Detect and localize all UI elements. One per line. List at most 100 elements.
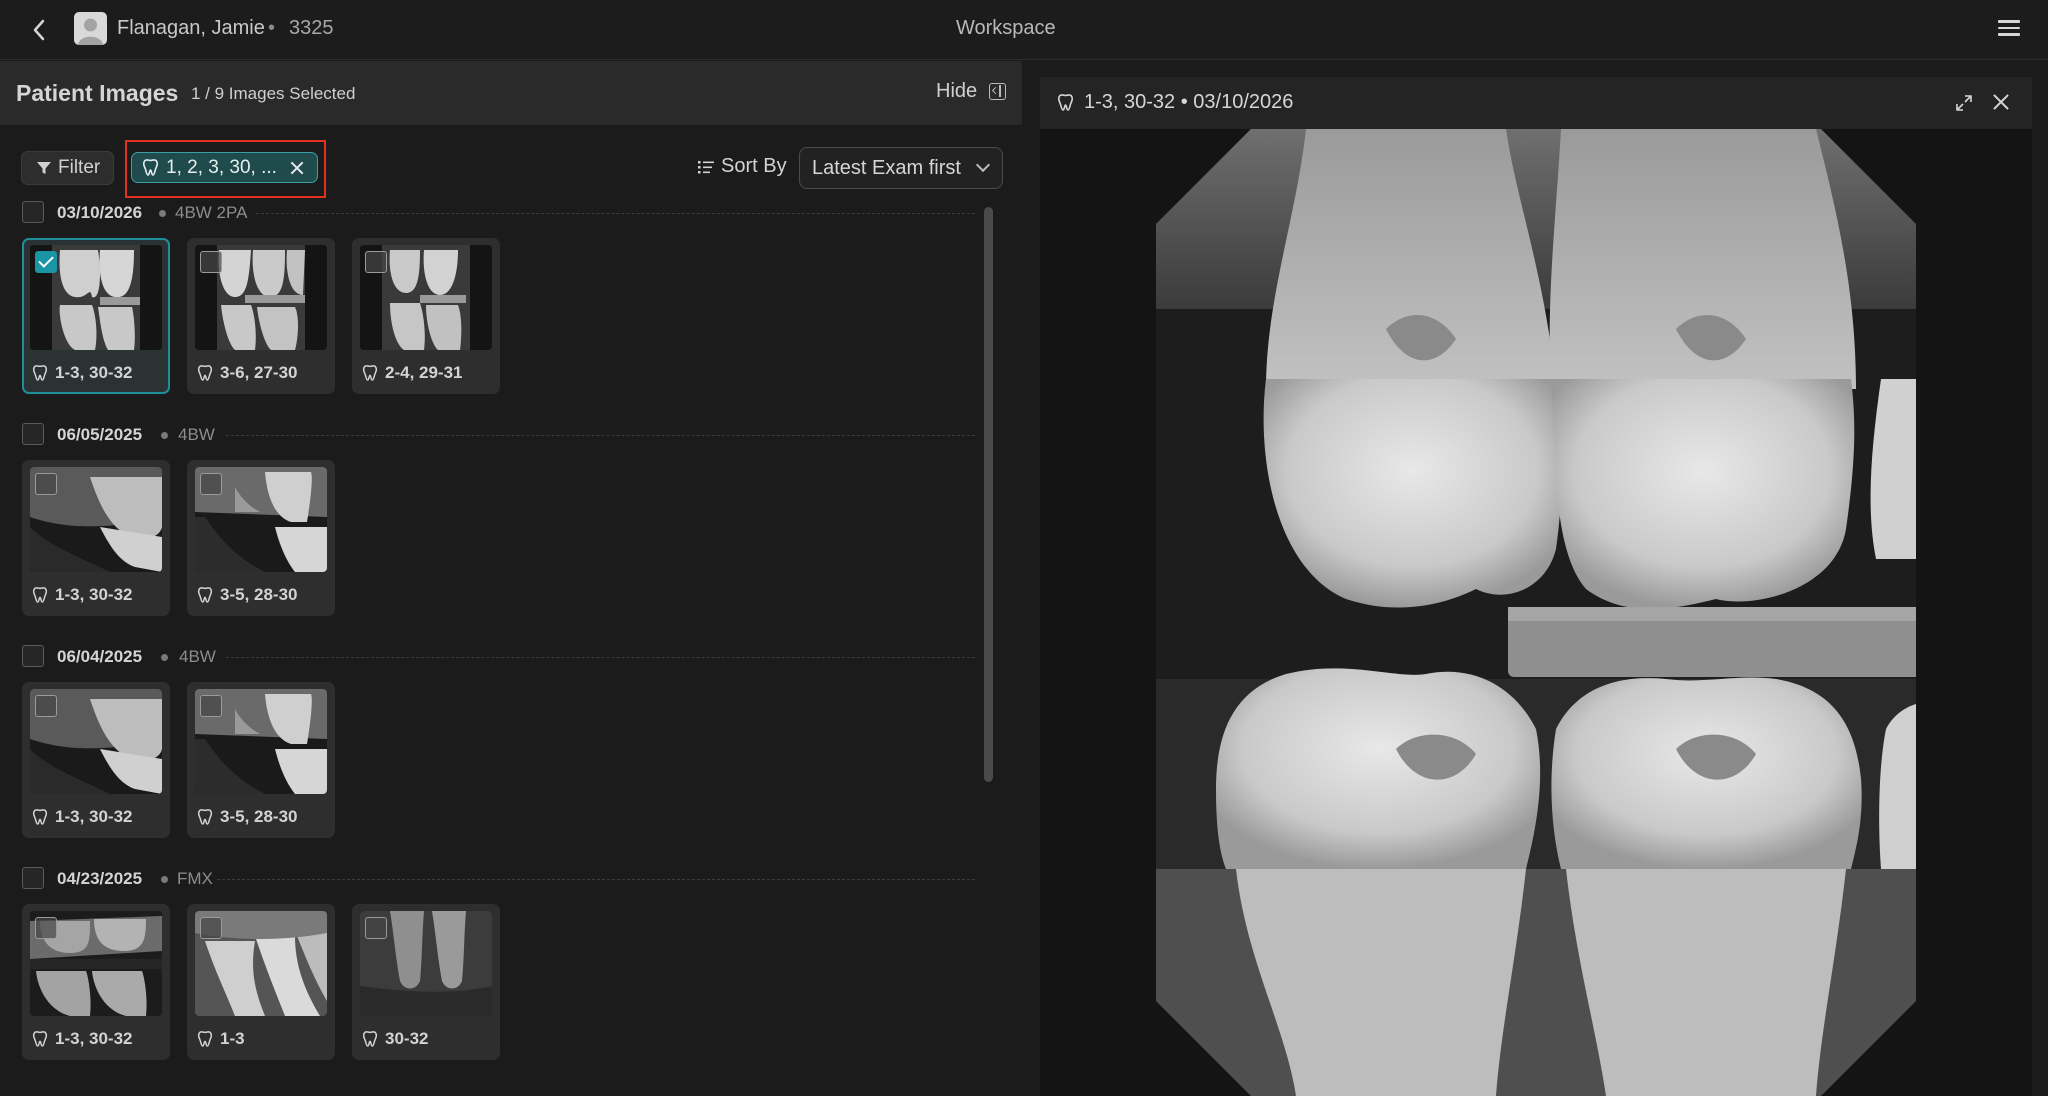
tooth-icon	[32, 365, 48, 381]
filter-button[interactable]: Filter	[21, 151, 114, 185]
image-card[interactable]: 1-3, 30-32	[22, 460, 170, 616]
filter-label: Filter	[58, 157, 101, 178]
image-checkbox[interactable]	[365, 917, 387, 939]
tooth-icon	[197, 587, 213, 603]
image-checkbox[interactable]	[35, 251, 57, 273]
selection-count: 1 / 9 Images Selected	[191, 84, 356, 103]
image-card[interactable]: 1-3, 30-32	[22, 238, 170, 394]
image-checkbox[interactable]	[35, 473, 57, 495]
app-title: Workspace	[956, 17, 1056, 39]
image-label: 3-6, 27-30	[197, 363, 298, 383]
group-checkbox[interactable]	[22, 867, 44, 889]
bullet-separator	[161, 432, 168, 439]
bullet-separator	[159, 210, 166, 217]
sort-by-text: Sort By	[721, 155, 787, 177]
image-label: 1-3, 30-32	[32, 1029, 133, 1049]
group-divider	[256, 213, 975, 214]
bullet-separator	[161, 876, 168, 883]
tooth-range: 1-3, 30-32	[55, 1029, 133, 1048]
funnel-icon	[37, 162, 51, 174]
image-checkbox[interactable]	[200, 251, 222, 273]
image-label: 3-5, 28-30	[197, 807, 298, 827]
tooth-range: 1-3, 30-32	[55, 585, 133, 604]
bullet-separator	[161, 654, 168, 661]
panel-title: Patient Images	[16, 80, 179, 106]
image-card[interactable]: 3-5, 28-30	[187, 682, 335, 838]
hide-button[interactable]: Hide	[936, 80, 977, 103]
tooth-range: 3-5, 28-30	[220, 585, 298, 604]
image-card[interactable]: 30-32	[352, 904, 500, 1060]
tooth-icon	[197, 809, 213, 825]
group-checkbox[interactable]	[22, 201, 44, 223]
image-label: 1-3, 30-32	[32, 807, 133, 827]
chevron-left-icon	[33, 19, 45, 41]
image-card[interactable]: 1-3	[187, 904, 335, 1060]
sort-select-value: Latest Exam first	[812, 156, 961, 179]
tooth-range: 2-4, 29-31	[385, 363, 463, 382]
group-divider	[226, 657, 975, 658]
image-card[interactable]: 2-4, 29-31	[352, 238, 500, 394]
avatar	[74, 12, 107, 45]
patient-images-header: Patient Images 1 / 9 Images Selected Hid…	[0, 61, 1022, 125]
tooth-icon	[32, 587, 48, 603]
group-checkbox[interactable]	[22, 423, 44, 445]
tooth-icon	[32, 1031, 48, 1047]
group-divider	[217, 879, 975, 880]
sort-select[interactable]: Latest Exam first	[799, 147, 1003, 189]
tooth-icon	[32, 809, 48, 825]
sort-list-icon	[698, 160, 714, 173]
tooth-icon	[1058, 94, 1073, 111]
patient-id: 3325	[289, 17, 334, 39]
top-bar: Flanagan, Jamie • 3325 Workspace	[0, 0, 2048, 60]
image-label: 1-3, 30-32	[32, 585, 133, 605]
image-list-scrollbar[interactable]	[984, 207, 993, 782]
tooth-icon	[362, 365, 378, 381]
close-viewer-icon[interactable]	[1992, 93, 2010, 111]
image-card[interactable]: 3-6, 27-30	[187, 238, 335, 394]
tooth-icon	[143, 159, 158, 176]
tooth-range: 1-3	[220, 1029, 245, 1048]
image-checkbox[interactable]	[365, 251, 387, 273]
tooth-range: 1-3, 30-32	[55, 363, 133, 382]
image-label: 30-32	[362, 1029, 428, 1049]
sort-by-label: Sort By	[698, 155, 787, 178]
image-viewer: 1-3, 30-32 • 03/10/2026	[1040, 77, 2032, 1096]
image-label: 2-4, 29-31	[362, 363, 463, 383]
exam-type: 4BW	[178, 425, 215, 444]
chevron-down-icon	[975, 157, 991, 173]
exam-type: 4BW	[179, 647, 216, 666]
image-checkbox[interactable]	[200, 695, 222, 717]
group-date: 03/10/2026	[57, 203, 143, 222]
image-checkbox[interactable]	[200, 917, 222, 939]
hamburger-menu-icon[interactable]	[1994, 16, 2024, 42]
back-button[interactable]	[26, 17, 52, 43]
dental-xray-image[interactable]	[1156, 129, 1916, 1096]
collapse-panel-icon[interactable]	[989, 83, 1006, 100]
image-checkbox[interactable]	[35, 695, 57, 717]
viewer-title: 1-3, 30-32 • 03/10/2026	[1084, 91, 1294, 113]
chip-label: 1, 2, 3, 30, ...	[166, 156, 277, 178]
image-label: 1-3	[197, 1029, 245, 1049]
image-checkbox[interactable]	[35, 917, 57, 939]
group-date: 04/23/2025	[57, 869, 143, 888]
tooth-icon	[197, 1031, 213, 1047]
image-card[interactable]: 3-5, 28-30	[187, 460, 335, 616]
patient-separator: •	[268, 17, 276, 39]
tooth-range: 3-5, 28-30	[220, 807, 298, 826]
image-card[interactable]: 1-3, 30-32	[22, 682, 170, 838]
image-checkbox[interactable]	[200, 473, 222, 495]
image-card[interactable]: 1-3, 30-32	[22, 904, 170, 1060]
image-label: 3-5, 28-30	[197, 585, 298, 605]
patient-name: Flanagan, Jamie	[117, 17, 265, 39]
exam-type: FMX	[177, 869, 213, 888]
tooth-icon	[197, 365, 213, 381]
tooth-filter-chip[interactable]: 1, 2, 3, 30, ...	[131, 152, 318, 183]
group-date: 06/04/2025	[57, 647, 143, 666]
user-icon	[78, 18, 103, 45]
expand-icon[interactable]	[1955, 94, 1973, 112]
remove-chip-icon[interactable]	[290, 161, 304, 175]
group-checkbox[interactable]	[22, 645, 44, 667]
image-label: 1-3, 30-32	[32, 363, 133, 383]
tooth-range: 30-32	[385, 1029, 429, 1048]
tooth-range: 1-3, 30-32	[55, 807, 133, 826]
